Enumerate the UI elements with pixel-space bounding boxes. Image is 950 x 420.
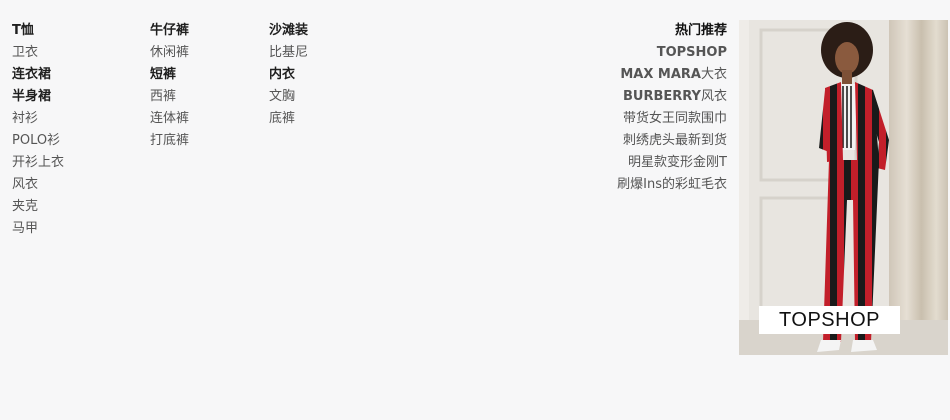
recommend-link-max-mara[interactable]: MAX MARA大衣 [617,64,727,86]
recommend-link-burberry[interactable]: BURBERRY风衣 [617,86,727,108]
category-link[interactable]: 衬衫 [12,108,64,130]
promo-brand-badge: TOPSHOP [759,306,900,334]
category-link[interactable]: 打底裤 [150,130,189,152]
category-link[interactable]: 底裤 [269,108,308,130]
category-link[interactable]: POLO衫 [12,130,64,152]
recommend-brand: BURBERRY [622,89,701,104]
hot-recommend-column: 热门推荐 TOPSHOP MAX MARA大衣 BURBERRY风衣 带货女王同… [617,20,727,196]
category-link[interactable]: 比基尼 [269,42,308,64]
recommend-item-type: 风衣 [700,89,727,104]
category-link[interactable]: 休闲裤 [150,42,189,64]
hot-recommend-heading: 热门推荐 [674,23,727,38]
category-column-bottoms: 牛仔裤 休闲裤 短裤 西裤 连体裤 打底裤 [150,20,189,152]
category-link[interactable]: 开衫上衣 [12,152,64,174]
category-link[interactable]: 卫衣 [12,42,64,64]
category-link[interactable]: 连体裤 [150,108,189,130]
recommend-link[interactable]: 带货女王同款围巾 [617,108,727,130]
category-link[interactable]: 半身裙 [12,86,64,108]
recommend-link[interactable]: 刷爆Ins的彩虹毛衣 [617,174,727,196]
category-column-others: 沙滩装 比基尼 内衣 文胸 底裤 [269,20,308,130]
category-link[interactable]: 文胸 [269,86,308,108]
category-column-tops: T恤 卫衣 连衣裙 半身裙 衬衫 POLO衫 开衫上衣 风衣 夹克 马甲 [12,20,64,240]
promo-model-photo [739,20,948,355]
recommend-link-topshop[interactable]: TOPSHOP [617,42,727,64]
category-mega-menu: T恤 卫衣 连衣裙 半身裙 衬衫 POLO衫 开衫上衣 风衣 夹克 马甲 牛仔裤… [0,0,950,420]
category-link[interactable]: 连衣裙 [12,64,64,86]
category-link[interactable]: 沙滩装 [269,20,308,42]
category-link[interactable]: T恤 [12,20,64,42]
category-link[interactable]: 牛仔裤 [150,20,189,42]
category-link[interactable]: 马甲 [12,218,64,240]
recommend-link[interactable]: 明星款变形金刚T [617,152,727,174]
promo-banner[interactable]: TOPSHOP [739,20,948,355]
recommend-brand: MAX MARA [620,67,701,82]
recommend-item-type: 大衣 [700,67,727,82]
category-link[interactable]: 夹克 [12,196,64,218]
category-link[interactable]: 内衣 [269,64,308,86]
category-link[interactable]: 西裤 [150,86,189,108]
category-link[interactable]: 风衣 [12,174,64,196]
recommend-link[interactable]: 刺绣虎头最新到货 [617,130,727,152]
category-link[interactable]: 短裤 [150,64,189,86]
